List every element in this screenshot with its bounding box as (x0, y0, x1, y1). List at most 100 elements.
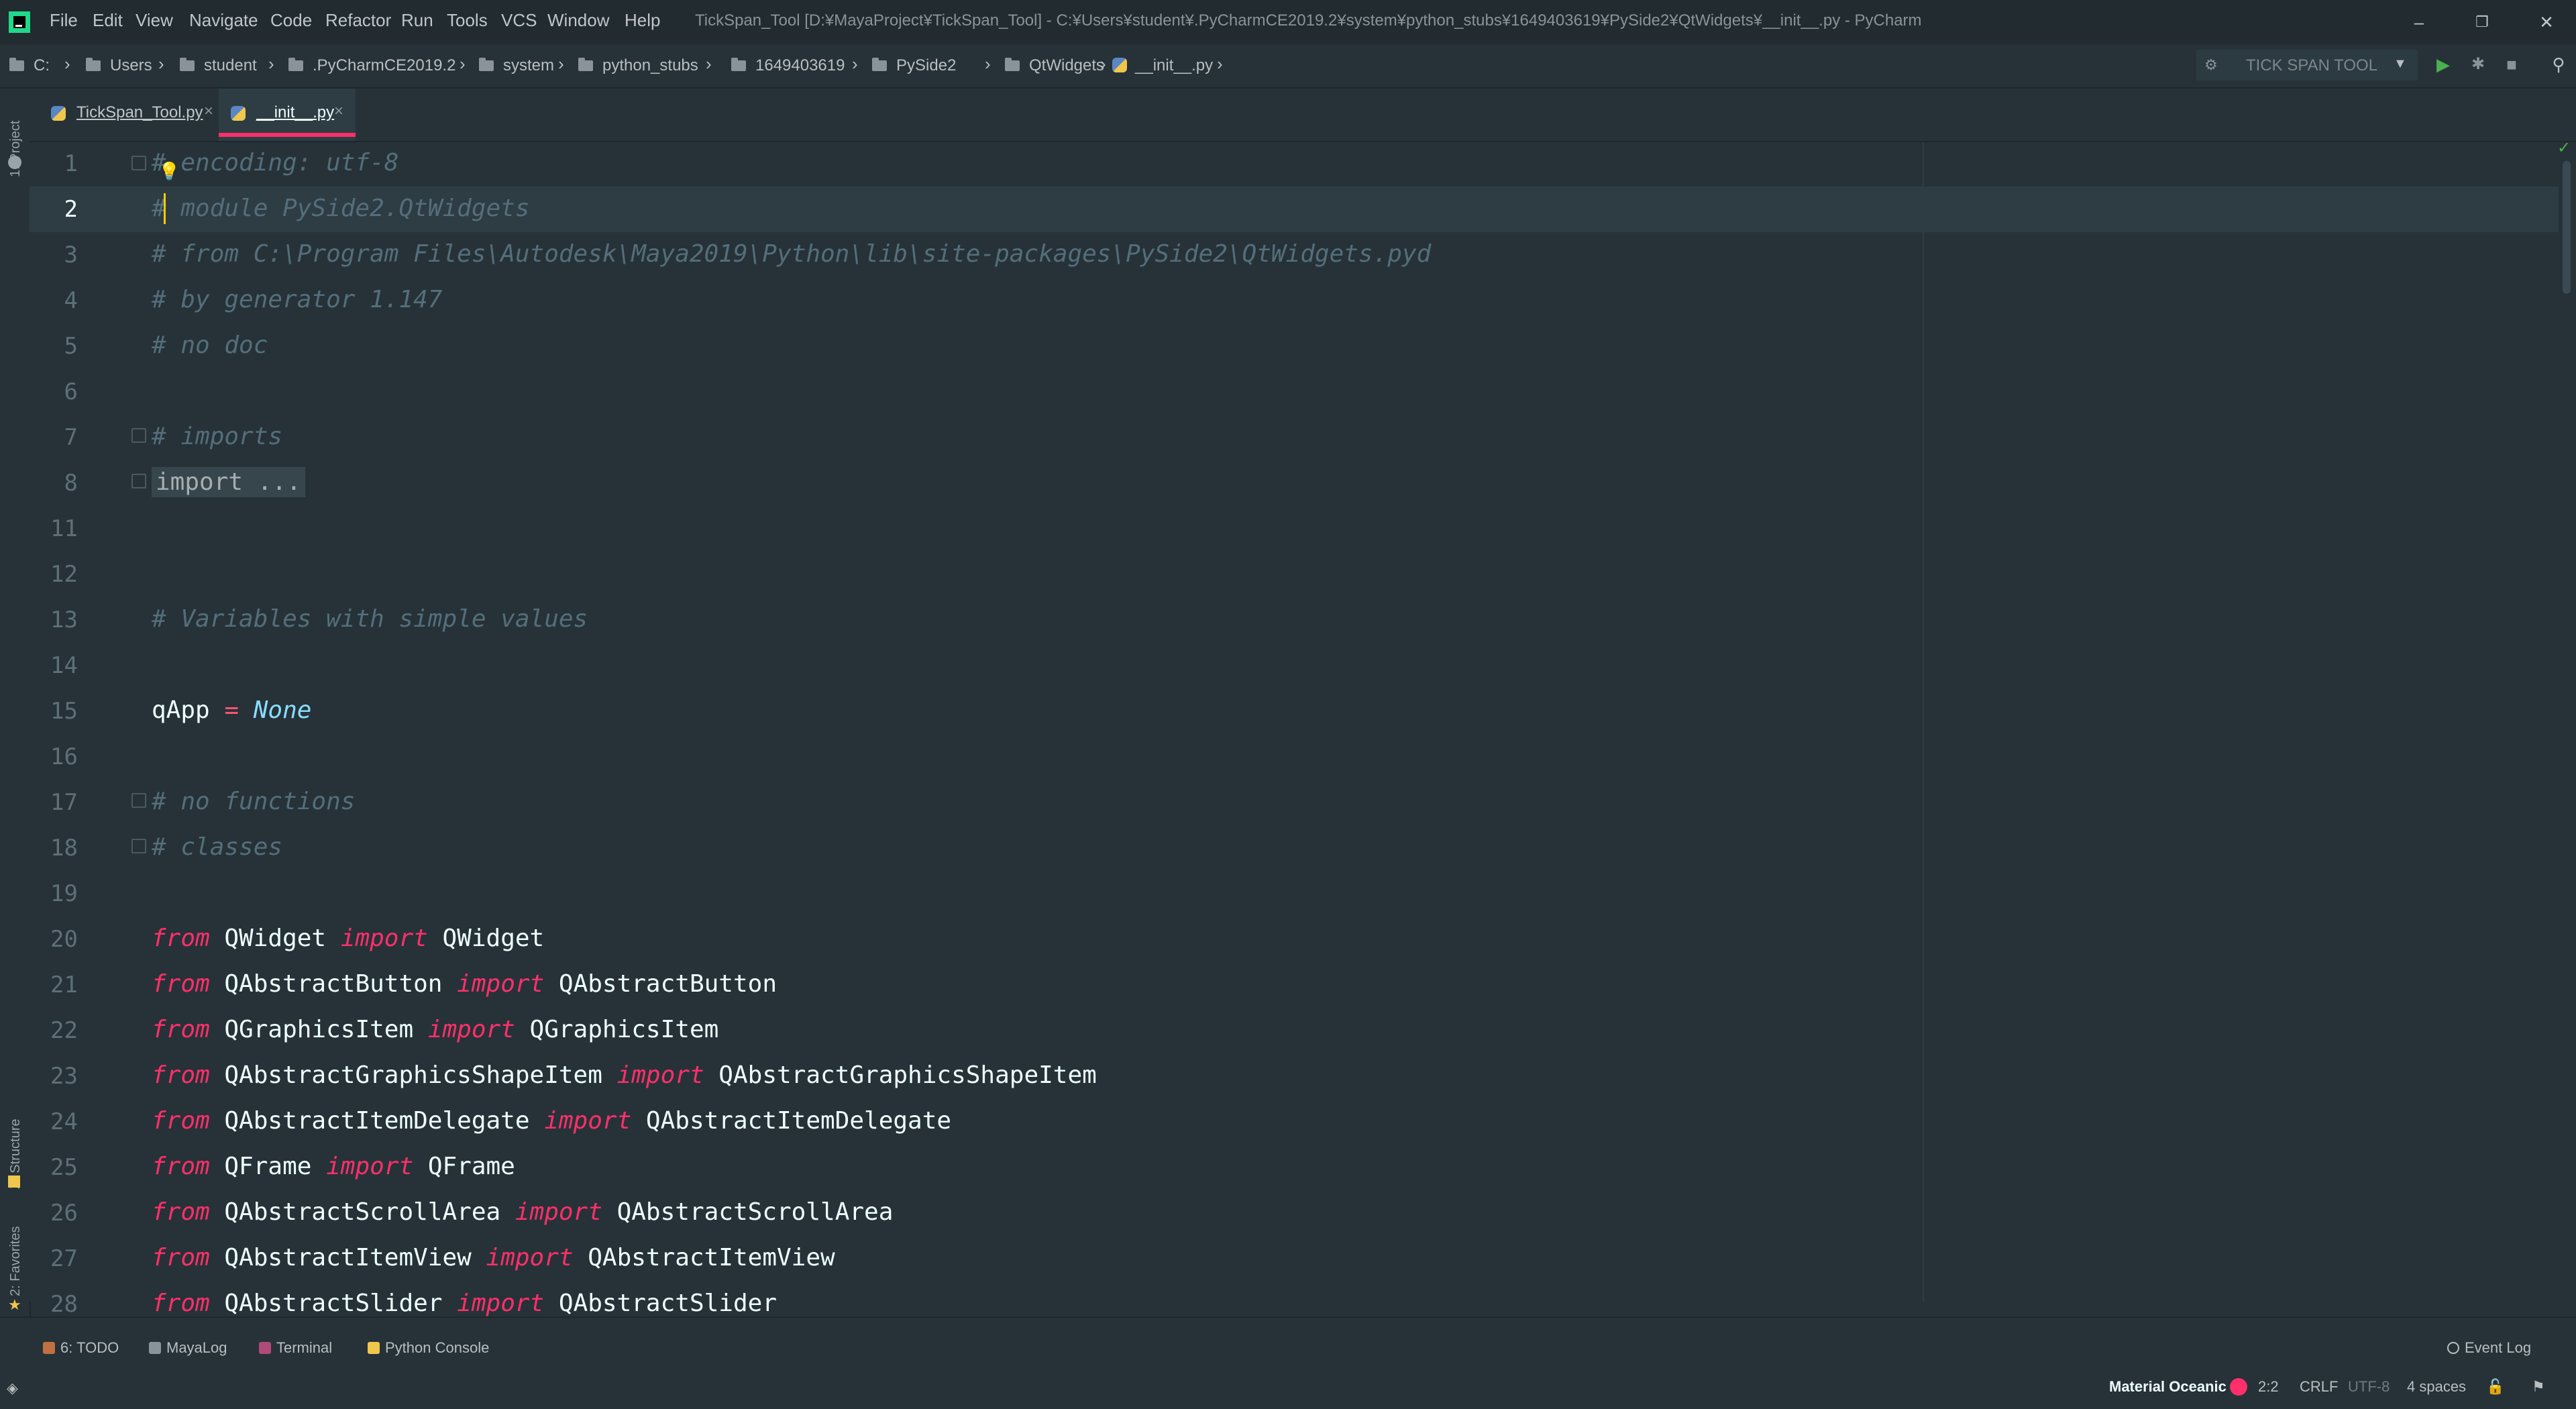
favorites-tool-button[interactable]: 2: Favorites (8, 1227, 23, 1296)
chevron-right-icon: › (558, 54, 564, 74)
menu-view[interactable]: View (136, 10, 173, 31)
code-line[interactable]: # from C:\Program Files\Autodesk\Maya201… (152, 240, 1431, 268)
event-log-tool-button[interactable]: Event Log (2447, 1339, 2531, 1357)
code-line[interactable]: from QAbstractButton import QAbstractBut… (152, 970, 777, 998)
line-number: 5 (64, 333, 78, 360)
mayalog-tool-button[interactable]: MayaLog (149, 1339, 227, 1357)
fold-icon[interactable] (131, 428, 146, 443)
breadcrumb-item[interactable]: PySide2 (872, 56, 956, 75)
pycharm-logo-icon[interactable] (9, 11, 30, 33)
breadcrumb-label: __init__.py (1135, 56, 1214, 74)
menu-refactor[interactable]: Refactor (325, 10, 391, 31)
todo-icon (43, 1342, 55, 1354)
inspection-ok-icon[interactable]: ✓ (2557, 138, 2571, 158)
chevron-right-icon: › (852, 54, 858, 74)
event-log-label: Event Log (2465, 1339, 2532, 1356)
code-line[interactable]: from QFrame import QFrame (152, 1153, 515, 1180)
code-line[interactable]: from QGraphicsItem import QGraphicsItem (152, 1016, 718, 1043)
file-encoding[interactable]: UTF-8 (2348, 1378, 2390, 1396)
line-number: 3 (64, 242, 78, 268)
theme-indicator[interactable]: Material Oceanic (2109, 1378, 2226, 1396)
search-icon[interactable]: ⚲ (2546, 52, 2571, 76)
code-line[interactable]: from QAbstractItemView import QAbstractI… (152, 1244, 835, 1271)
terminal-label: Terminal (276, 1339, 333, 1356)
line-number: 23 (50, 1063, 78, 1090)
breadcrumb-item[interactable]: __init__.py (1112, 56, 1213, 75)
caret-position[interactable]: 2:2 (2258, 1378, 2279, 1396)
menu-help[interactable]: Help (625, 10, 660, 31)
line-number: 26 (50, 1200, 78, 1227)
close-button[interactable]: ✕ (2526, 5, 2567, 39)
chevron-right-icon: › (268, 54, 274, 74)
code-line[interactable]: from QAbstractGraphicsShapeItem import Q… (152, 1061, 1097, 1089)
terminal-tool-button[interactable]: Terminal (259, 1339, 332, 1357)
code-line[interactable]: from QAbstractItemDelegate import QAbstr… (152, 1107, 951, 1135)
code-line[interactable]: from QAbstractScrollArea import QAbstrac… (152, 1198, 893, 1226)
line-number: 14 (50, 652, 78, 679)
maya-icon (149, 1342, 161, 1354)
run-icon[interactable]: ▶ (2431, 52, 2455, 76)
fold-icon[interactable] (131, 156, 146, 170)
code-line[interactable]: # module PySide2.QtWidgets (152, 195, 530, 222)
layers-icon[interactable]: ◈ (7, 1379, 18, 1397)
code-line[interactable]: import ... (152, 467, 305, 497)
fold-icon[interactable] (131, 474, 146, 488)
menu-window[interactable]: Window (547, 10, 609, 31)
line-number: 15 (50, 698, 78, 725)
python-console-tool-button[interactable]: Python Console (368, 1339, 489, 1357)
line-number: 21 (50, 972, 78, 998)
breadcrumb-item[interactable]: system (479, 56, 554, 75)
close-icon[interactable]: × (334, 102, 343, 121)
breadcrumb-item[interactable]: student (180, 56, 257, 75)
lightbulb-icon[interactable]: 💡 (158, 161, 180, 182)
code-line[interactable]: # no doc (152, 331, 268, 359)
line-separator[interactable]: CRLF (2300, 1378, 2338, 1396)
fold-icon[interactable] (131, 839, 146, 853)
event-log-icon (2447, 1342, 2459, 1354)
close-icon[interactable]: × (204, 102, 213, 121)
breadcrumb-item[interactable]: C: (9, 56, 50, 75)
menu-tools[interactable]: Tools (447, 10, 488, 31)
menu-navigate[interactable]: Navigate (189, 10, 258, 31)
menu-file[interactable]: File (50, 10, 78, 31)
text-caret (164, 193, 166, 224)
inspector-icon[interactable]: ⚑ (2532, 1378, 2545, 1396)
code-line[interactable]: from QWidget import QWidget (152, 925, 544, 952)
indent-setting[interactable]: 4 spaces (2407, 1378, 2466, 1396)
minimize-button[interactable]: – (2399, 5, 2439, 39)
python-console-icon (368, 1342, 380, 1354)
menu-code[interactable]: Code (270, 10, 312, 31)
code-line[interactable]: # imports (152, 423, 282, 450)
code-line[interactable]: qApp = None (152, 696, 311, 724)
fold-icon[interactable] (131, 793, 146, 808)
breadcrumb-item[interactable]: Users (86, 56, 152, 75)
line-number: 19 (50, 880, 78, 907)
breadcrumb-item[interactable]: 1649403619 (731, 56, 845, 75)
stop-icon[interactable]: ■ (2500, 52, 2524, 76)
breadcrumb-label: PySide2 (896, 56, 957, 74)
vertical-scrollbar[interactable] (2563, 161, 2571, 294)
python-file-icon (231, 106, 246, 121)
lock-icon[interactable]: 🔓 (2486, 1378, 2504, 1396)
menu-edit[interactable]: Edit (93, 10, 123, 31)
code-line[interactable]: # classes (152, 833, 282, 861)
code-line[interactable]: # by generator 1.147 (152, 286, 442, 313)
menu-vcs[interactable]: VCS (501, 10, 537, 31)
folder-icon (578, 58, 593, 71)
todo-tool-button[interactable]: 6: TODO (43, 1339, 119, 1357)
code-line[interactable]: from QAbstractSlider import QAbstractSli… (152, 1290, 777, 1317)
breadcrumb-label: python_stubs (602, 56, 698, 74)
chevron-down-icon[interactable]: ▼ (2394, 56, 2407, 72)
code-line[interactable]: # Variables with simple values (152, 605, 588, 633)
code-line[interactable]: # encoding: utf-8 (152, 149, 398, 176)
breadcrumb-item[interactable]: .PyCharmCE2019.2 (288, 56, 455, 75)
menu-run[interactable]: Run (401, 10, 433, 31)
chevron-right-icon: › (985, 54, 991, 74)
breadcrumb-item[interactable]: QtWidgets (1005, 56, 1104, 75)
breadcrumb-item[interactable]: python_stubs (578, 56, 698, 75)
restore-button[interactable]: ❐ (2462, 5, 2502, 39)
star-icon: ★ (8, 1296, 21, 1313)
code-line[interactable]: # no functions (152, 788, 355, 815)
tab-tickspan-tool[interactable]: TickSpan_Tool.py × (39, 89, 216, 141)
debug-icon[interactable]: ✱ (2466, 52, 2490, 76)
